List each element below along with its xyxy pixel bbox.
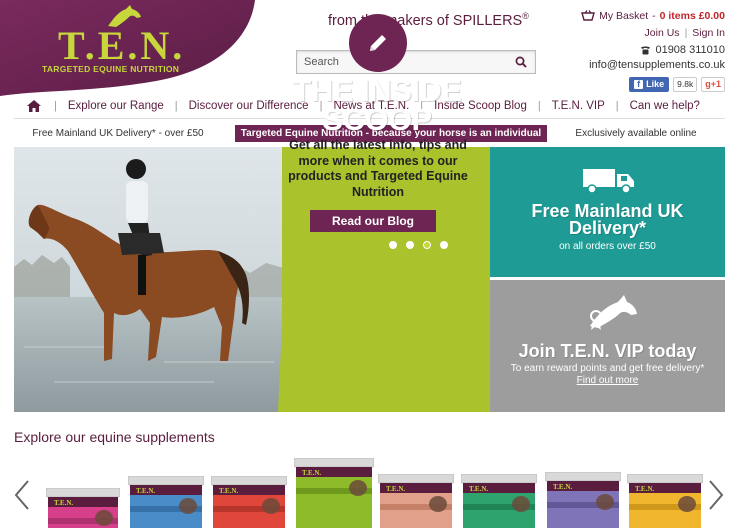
inside-scoop-description: Get all the latest info, tips and more w… [288, 138, 468, 199]
product-tub-label: T.E.N. [302, 469, 321, 477]
slide-dot-4[interactable] [440, 241, 448, 249]
product-tub[interactable]: T.E.N. [378, 474, 454, 528]
strip-delivery-text: Free Mainland UK Delivery* - over £50 [32, 128, 204, 139]
product-tub-label: T.E.N. [136, 487, 155, 495]
product-tub[interactable]: T.E.N. [211, 476, 287, 528]
vip-title: Join T.E.N. VIP today [518, 341, 697, 361]
basket-icon [581, 10, 596, 21]
inside-scoop-title: THE INSIDE SCOOP [292, 73, 462, 137]
product-carousel: T.E.N. T.E.N. T.E.N. T.E.N. T.E.N. T.E.N. T.E.… [0, 454, 737, 528]
nav-help[interactable]: Can we help? [619, 100, 711, 112]
vip-subtext: To earn reward points and get free deliv… [510, 363, 705, 374]
blog-pencil-badge [349, 14, 407, 72]
slide-dot-2[interactable] [406, 241, 414, 249]
join-separator: | [684, 27, 688, 39]
phone-number: 01908 311010 [655, 43, 725, 56]
free-delivery-tile[interactable]: Free Mainland UK Delivery* on all orders… [490, 147, 725, 277]
carousel-prev-arrow-icon[interactable] [14, 480, 30, 510]
join-us-link[interactable]: Join Us [645, 27, 680, 39]
facebook-icon: f [634, 79, 644, 89]
product-tub[interactable]: T.E.N. [46, 488, 120, 528]
nav-home[interactable] [14, 100, 54, 112]
basket-label: My Basket [599, 9, 649, 22]
google-plus-button[interactable]: g+1 [701, 76, 725, 92]
read-blog-button[interactable]: Read our Blog [310, 210, 436, 232]
product-tub-label: T.E.N. [219, 487, 238, 495]
vip-tile[interactable]: Join T.E.N. VIP today To earn reward poi… [490, 280, 725, 412]
delivery-truck-icon [583, 169, 634, 194]
strip-online-text: Exclusively available online [575, 128, 697, 139]
carousel-dots [389, 241, 448, 249]
vip-horse-rosette-icon [590, 295, 637, 330]
rider-horse-photo [14, 147, 294, 412]
search-icon[interactable] [515, 56, 527, 68]
sign-in-link[interactable]: Sign In [692, 27, 725, 39]
slide-dot-3-active[interactable] [423, 241, 431, 249]
search-box [296, 50, 536, 74]
product-tub[interactable]: T.E.N. [461, 474, 537, 528]
basket-separator: - [652, 9, 656, 22]
product-tub-label: T.E.N. [54, 499, 73, 507]
slide-dot-1[interactable] [389, 241, 397, 249]
nav-explore-range[interactable]: Explore our Range [57, 100, 175, 112]
product-tub[interactable]: T.E.N. [627, 474, 703, 528]
product-tub-label: T.E.N. [635, 485, 654, 493]
product-tub[interactable]: T.E.N. [545, 472, 621, 528]
basket-link[interactable]: My Basket - 0 items £0.00 [581, 9, 725, 22]
facebook-like-count: 9.8k [673, 76, 698, 92]
facebook-like-button[interactable]: f Like [629, 76, 670, 92]
product-tub-label: T.E.N. [469, 485, 488, 493]
explore-supplements-heading: Explore our equine supplements [14, 429, 215, 445]
product-tub-label: T.E.N. [386, 485, 405, 493]
email-link[interactable]: info@tensupplements.co.uk [581, 59, 725, 72]
product-tub-label: T.E.N. [553, 483, 572, 491]
free-delivery-title: Free Mainland UK Delivery* [531, 201, 684, 238]
pencil-icon [370, 35, 386, 51]
logo-tagline: TARGETED EQUINE NUTRITION [42, 64, 180, 74]
nav-vip[interactable]: T.E.N. VIP [541, 100, 616, 112]
product-tub[interactable]: T.E.N. [128, 476, 204, 528]
basket-items: 0 items £0.00 [659, 9, 725, 22]
free-delivery-subtext: on all orders over £50 [559, 241, 656, 252]
phone-icon [641, 46, 651, 54]
logo-text[interactable]: T.E.N. [58, 22, 185, 69]
carousel-next-arrow-icon[interactable] [708, 480, 724, 510]
account-panel: My Basket - 0 items £0.00 Join Us | Sign I… [581, 9, 725, 92]
home-icon [27, 100, 41, 112]
vip-find-out-more-link[interactable]: Find out more [490, 375, 725, 386]
product-tub[interactable]: T.E.N. [294, 458, 374, 528]
